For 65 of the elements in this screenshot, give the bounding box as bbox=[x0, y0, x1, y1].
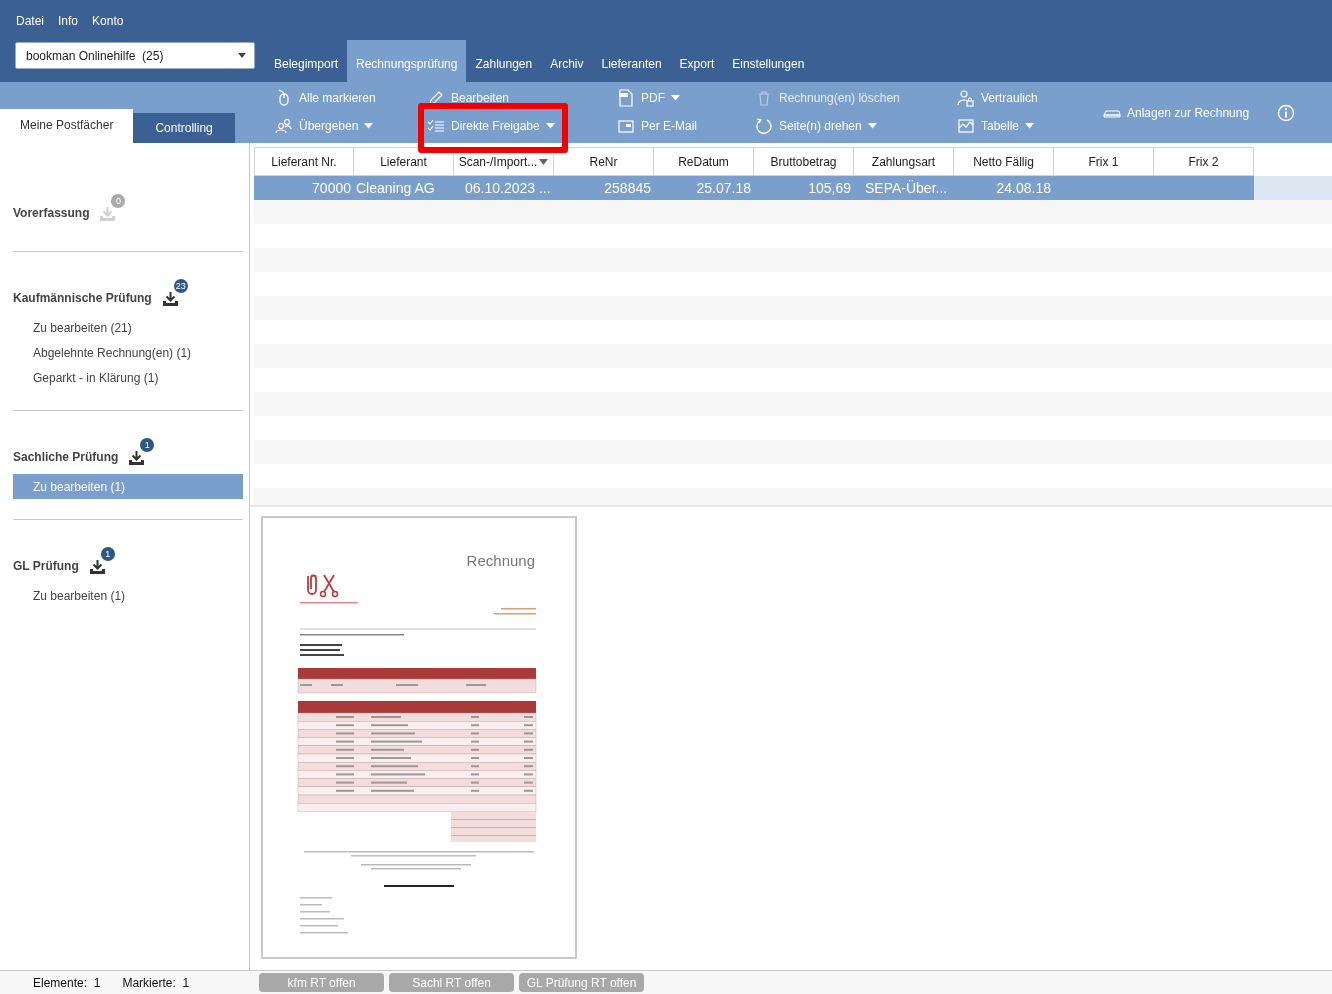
status-value: 1 bbox=[182, 975, 190, 990]
sidebar-item[interactable]: Geparkt - in Klärung (1) bbox=[13, 365, 243, 390]
chart-icon bbox=[957, 117, 975, 135]
document-title: Rechnung bbox=[466, 552, 535, 571]
table-cell-text: 06.10.2023 ... bbox=[464, 179, 552, 198]
table-cell-text: 105,69 bbox=[807, 179, 852, 198]
menu-item[interactable]: Datei bbox=[9, 14, 51, 28]
inbox-icon bbox=[128, 450, 146, 466]
rotate-icon bbox=[755, 117, 773, 135]
nav-tab[interactable]: Lieferanten bbox=[592, 40, 671, 82]
sort-icon bbox=[539, 158, 549, 165]
status-label: Markierte: bbox=[122, 975, 176, 990]
caret-icon bbox=[238, 53, 246, 58]
caret-icon bbox=[364, 123, 374, 129]
sidebar-item[interactable]: Abgelehnte Rechnung(en) (1) bbox=[13, 340, 243, 365]
user-lock-icon bbox=[957, 89, 975, 107]
count-badge: 1 bbox=[100, 546, 115, 561]
info-icon[interactable] bbox=[1277, 103, 1296, 122]
sidebar-item[interactable]: Zu bearbeiten (21) bbox=[13, 315, 243, 340]
table-cell-text: 258845 bbox=[603, 179, 652, 198]
table-cell-text: 25.07.18 bbox=[695, 179, 752, 198]
menu-item[interactable]: Info bbox=[51, 14, 86, 28]
column-header[interactable]: Zahlungsart bbox=[854, 147, 954, 176]
nav-tab[interactable]: Export bbox=[670, 40, 724, 82]
users-icon bbox=[275, 117, 293, 135]
column-header[interactable]: Bruttobetrag bbox=[754, 147, 854, 176]
group-title[interactable]: Kaufmännische Prüfung bbox=[13, 291, 152, 305]
caret-icon bbox=[545, 123, 555, 129]
caret-icon bbox=[671, 95, 680, 101]
sidebar-tab[interactable]: Meine Postfächer bbox=[0, 109, 134, 143]
column-header[interactable]: Lieferant Nr. bbox=[254, 147, 354, 176]
group-title[interactable]: GL Prüfung bbox=[13, 559, 79, 573]
table-cell-text: 70000 bbox=[311, 179, 352, 198]
column-header[interactable]: ReNr bbox=[554, 147, 654, 176]
nav-tab[interactable]: Einstellungen bbox=[723, 40, 814, 82]
column-header[interactable]: ReDatum bbox=[654, 147, 754, 176]
table-cell-text: 24.08.18 bbox=[995, 179, 1052, 198]
status-label: Elemente: bbox=[33, 975, 88, 990]
status-value: 1 bbox=[93, 975, 101, 990]
column-header[interactable]: Lieferant bbox=[354, 147, 454, 176]
envelope-icon bbox=[617, 117, 635, 135]
nav-tab[interactable]: Belegimport bbox=[265, 40, 348, 82]
count-badge: 1 bbox=[140, 437, 155, 452]
column-header[interactable]: Frix 2 bbox=[1154, 147, 1254, 176]
column-header[interactable]: Frix 1 bbox=[1054, 147, 1154, 176]
inbox-icon bbox=[161, 291, 179, 307]
group-title[interactable]: Sachliche Prüfung bbox=[13, 450, 119, 464]
pdf-file-icon bbox=[617, 89, 635, 107]
menu-item[interactable]: Konto bbox=[85, 14, 131, 28]
nav-tab[interactable]: Archiv bbox=[541, 40, 593, 82]
mandant-dropdown[interactable]: bookman Onlinehilfe (25) bbox=[15, 42, 255, 69]
sidebar-tab[interactable]: Controlling bbox=[133, 113, 235, 143]
caret-icon bbox=[1025, 123, 1035, 129]
checklist-icon bbox=[427, 117, 445, 135]
tray-icon bbox=[1103, 107, 1121, 118]
nav-tab[interactable]: Zahlungen bbox=[466, 40, 542, 82]
sidebar-item[interactable]: Zu bearbeiten (1) bbox=[13, 583, 243, 608]
table-cell-text: SEPA-Über... bbox=[864, 179, 949, 198]
count-badge: 0 bbox=[111, 193, 126, 208]
inbox-icon bbox=[88, 559, 106, 575]
column-header[interactable]: Netto Fällig bbox=[954, 147, 1054, 176]
count-badge: 23 bbox=[173, 278, 188, 293]
table-cell-text: Cleaning AG bbox=[355, 179, 436, 198]
caret-icon bbox=[867, 123, 877, 129]
inbox-icon bbox=[99, 206, 117, 222]
